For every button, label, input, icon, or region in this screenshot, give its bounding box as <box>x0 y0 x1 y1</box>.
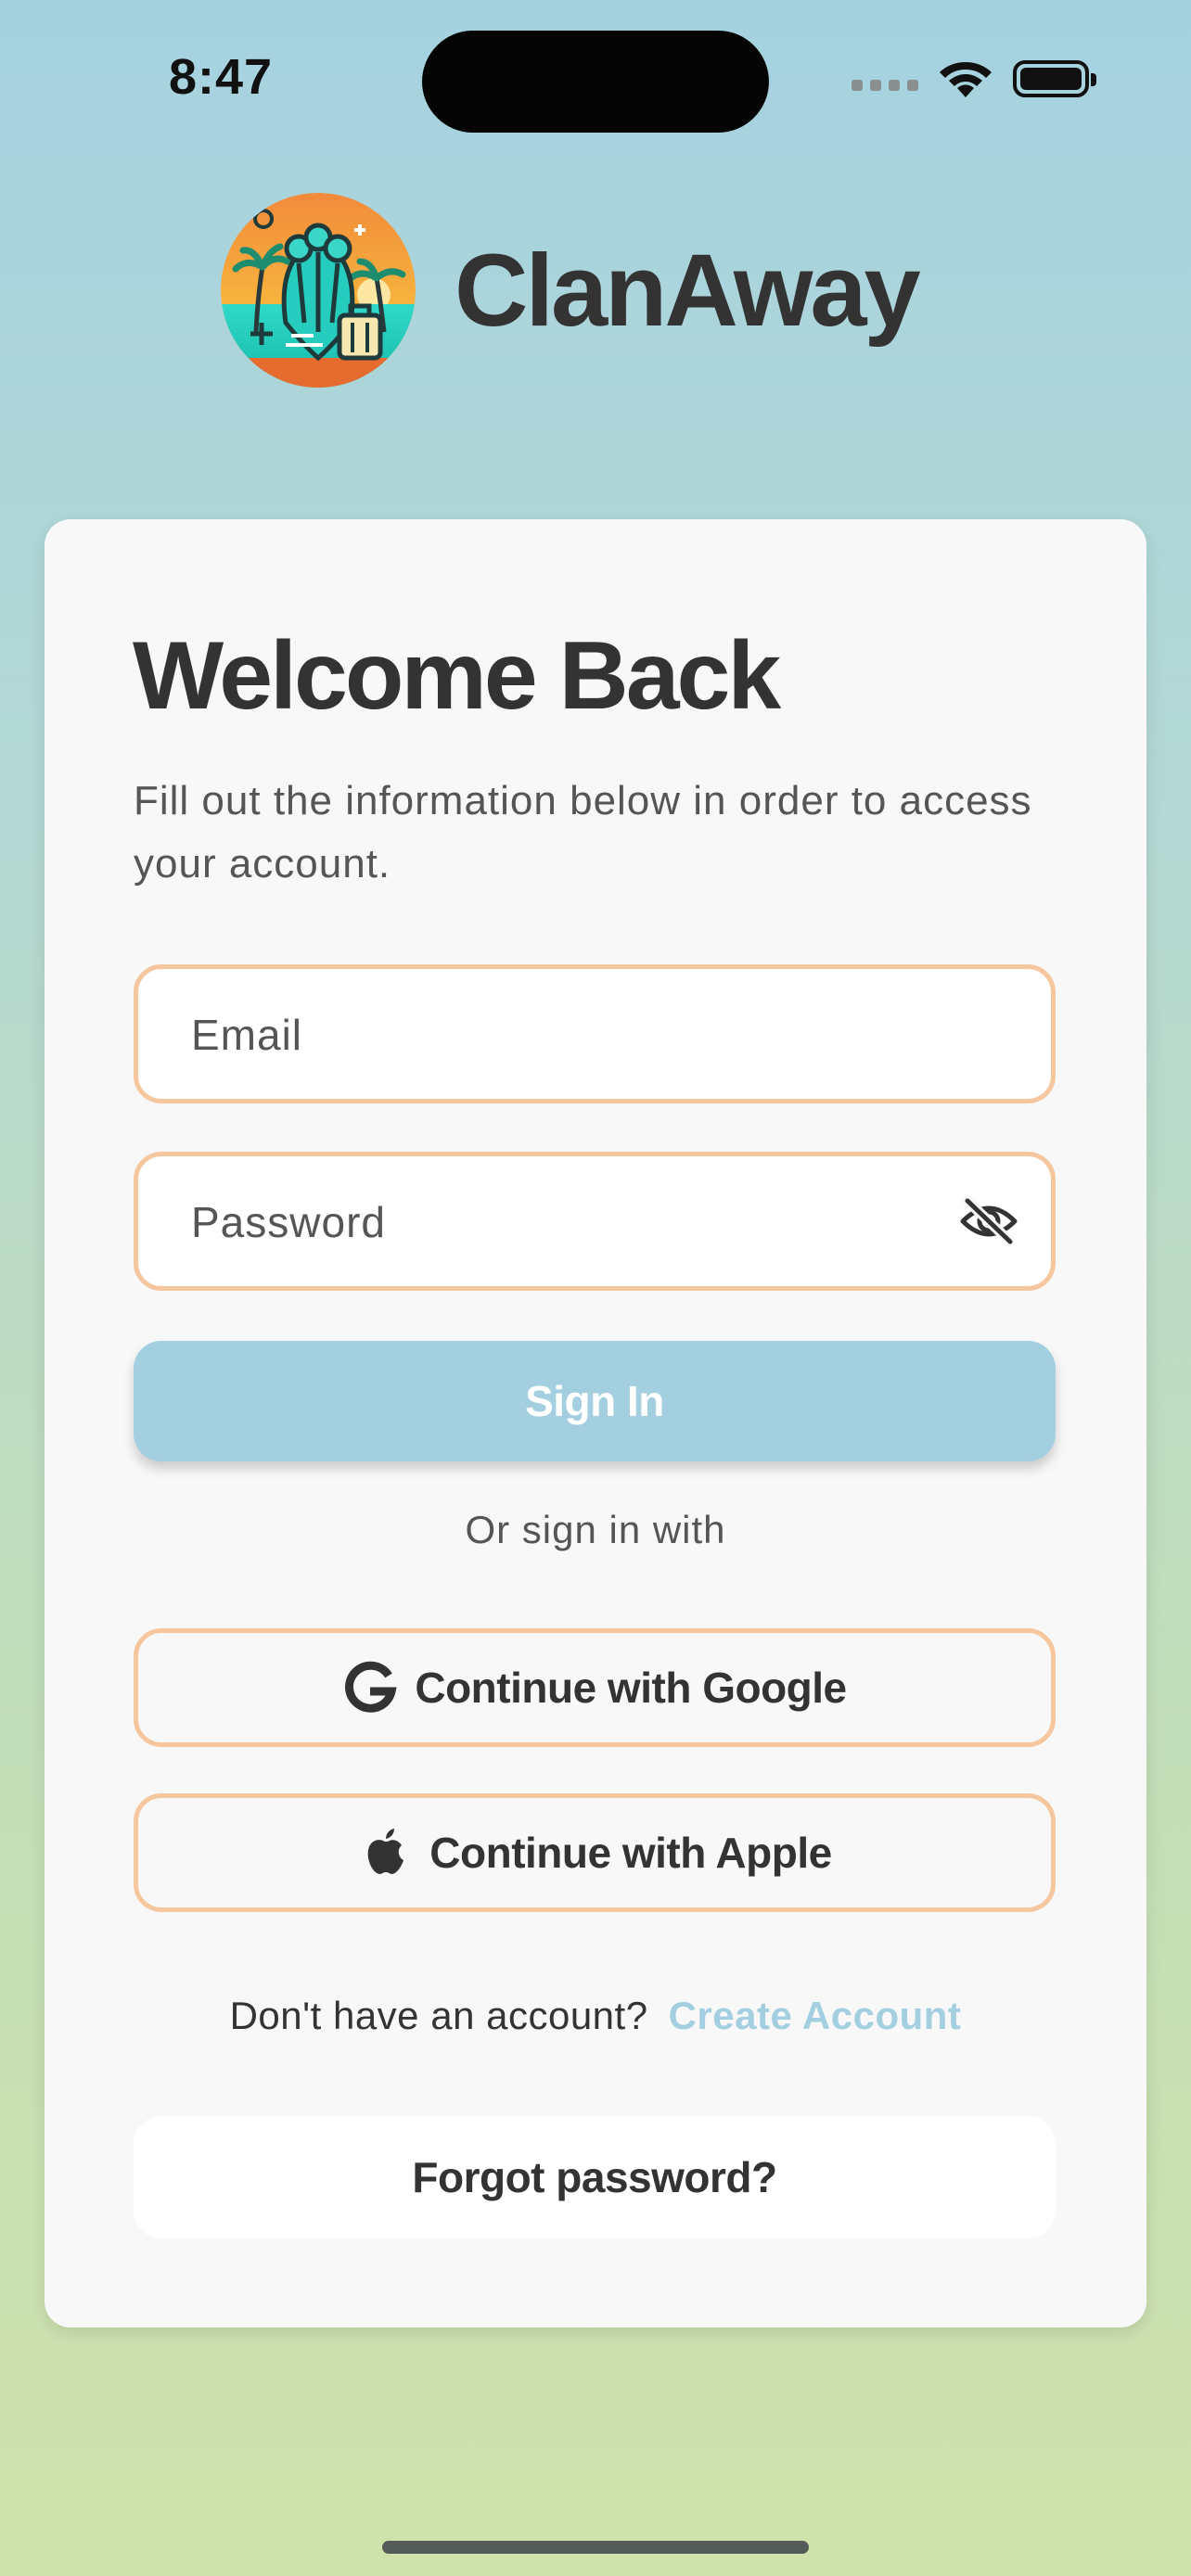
eye-slash-icon[interactable] <box>958 1195 1019 1247</box>
password-input[interactable] <box>189 1156 954 1288</box>
clanaway-logo-icon <box>221 193 416 388</box>
wifi-icon <box>939 58 992 99</box>
apple-sign-in-label: Continue with Apple <box>429 1829 832 1877</box>
page-title: Welcome Back <box>133 622 781 730</box>
login-card: Welcome Back Fill out the information be… <box>45 519 1146 2327</box>
sign-in-button[interactable]: Sign In <box>134 1341 1056 1461</box>
status-bar: 8:47 <box>0 0 1191 139</box>
signup-prompt: Don't have an account? <box>229 1994 648 2037</box>
google-sign-in-label: Continue with Google <box>415 1664 847 1712</box>
email-field[interactable] <box>134 964 1056 1103</box>
google-icon <box>342 1660 398 1715</box>
status-time: 8:47 <box>169 49 274 105</box>
status-indicators <box>852 57 1096 100</box>
google-sign-in-button[interactable]: Continue with Google <box>134 1628 1056 1747</box>
app-name: ClanAway <box>455 233 921 348</box>
forgot-password-button[interactable]: Forgot password? <box>134 2116 1056 2238</box>
cellular-signal-icon <box>852 80 918 91</box>
home-indicator[interactable] <box>382 2541 809 2554</box>
signup-row: Don't have an account? Create Account <box>45 1994 1146 2038</box>
dynamic-island <box>422 31 769 133</box>
create-account-link[interactable]: Create Account <box>669 1994 962 2037</box>
alternate-sign-in-label: Or sign in with <box>465 1508 726 1551</box>
apple-sign-in-button[interactable]: Continue with Apple <box>134 1793 1056 1912</box>
password-field[interactable] <box>134 1152 1056 1291</box>
brand-header: ClanAway <box>221 193 921 388</box>
email-input[interactable] <box>189 969 954 1101</box>
battery-icon <box>1013 60 1096 97</box>
page-subtitle: Fill out the information below in order … <box>134 778 1032 886</box>
apple-icon <box>357 1825 413 1881</box>
